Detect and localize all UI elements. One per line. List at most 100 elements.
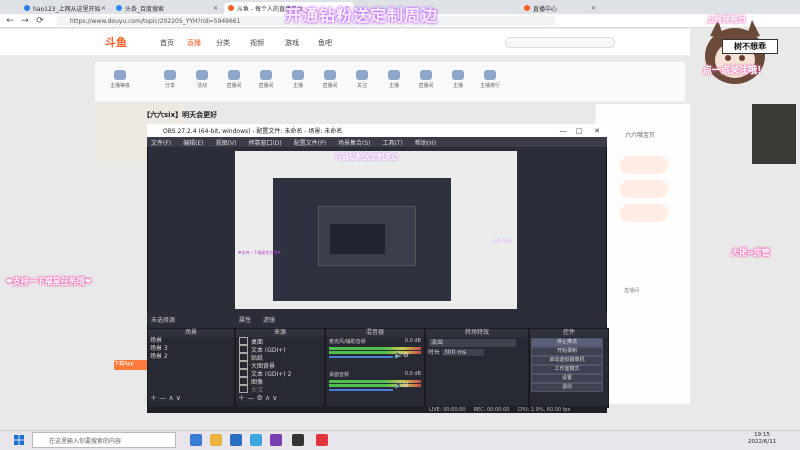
room-icon[interactable]: 直播间	[251, 70, 281, 94]
side-stream-thumbnail[interactable]	[752, 104, 796, 164]
scene-item[interactable]: 场景	[148, 337, 234, 345]
overlay-left-text: ❤支持一下福星任务哦❤	[6, 277, 92, 286]
source-add-remove-buttons[interactable]: ＋ — ⚙ ∧ ∨	[238, 393, 277, 403]
app-icon[interactable]	[316, 434, 328, 446]
room-icon[interactable]: 主播	[283, 70, 313, 94]
close-icon[interactable]: ✕	[101, 5, 106, 12]
menu-item-scene-collection[interactable]: 场景集合(S)	[338, 138, 371, 147]
speaker-icon[interactable]: 🔊⚙	[394, 351, 409, 359]
source-item[interactable]: 图像	[236, 377, 324, 386]
nav-item-game[interactable]: 游戏	[285, 38, 299, 48]
sources-dock-title: 来源	[236, 329, 324, 337]
overlay-banner: 开通钻粉送定制周边	[285, 6, 439, 25]
settings-button[interactable]: 设置	[531, 374, 603, 383]
browser-tab[interactable]: 头条_百度搜索 ✕	[112, 2, 222, 14]
transition-select[interactable]: 淡出	[429, 339, 516, 347]
scene-item[interactable]: 场景 3	[148, 345, 234, 353]
room-icon[interactable]: 直播间	[315, 70, 345, 94]
maximize-icon[interactable]: □	[571, 124, 587, 137]
studio-mode-button[interactable]: 工作室模式	[531, 365, 603, 374]
mixer-dock: 混音器 麦克风/辅助音频 0.0 dB 桌面音频 0.0 dB	[325, 328, 425, 408]
preview-left-text: ❤支持一下福星任务哦❤	[238, 250, 281, 255]
room-icon[interactable]: 关注	[347, 70, 377, 94]
nav-item-home[interactable]: 首页	[160, 38, 174, 48]
right-panel-text: 六六哦宝贝	[625, 132, 656, 139]
room-icon[interactable]: 主播	[379, 70, 409, 94]
room-icon[interactable]: 分享	[155, 70, 185, 94]
menu-item-edit[interactable]: 编辑(E)	[183, 138, 203, 147]
filters-button[interactable]: 滤镜	[263, 315, 275, 324]
scenes-dock-title: 场景	[148, 329, 234, 337]
source-item[interactable]: 文本 (GDI+)	[236, 345, 324, 354]
transitions-dock-title: 转场特效	[426, 329, 528, 337]
scene-add-remove-buttons[interactable]: ＋ — ∧ ∨	[150, 393, 181, 403]
menu-item-help[interactable]: 帮助(H)	[415, 138, 436, 147]
app-icon[interactable]	[230, 434, 242, 446]
gift-item[interactable]	[620, 204, 668, 222]
nav-item-category[interactable]: 分类	[216, 38, 230, 48]
menu-item-file[interactable]: 文件(F)	[151, 138, 171, 147]
preview-nested-frame	[330, 224, 385, 254]
exit-button[interactable]: 退出	[531, 383, 603, 392]
nav-item-yuba[interactable]: 鱼吧	[318, 38, 332, 48]
site-search-input[interactable]	[505, 37, 615, 48]
close-icon[interactable]: ✕	[213, 5, 218, 12]
taskbar-search-input[interactable]: 在这里输入你要搜索的内容	[32, 432, 176, 448]
menu-item-view[interactable]: 视图(V)	[216, 138, 237, 147]
nav-item-live[interactable]: 直播	[187, 38, 201, 48]
overlay-sign-top: 上周锦卷员	[706, 15, 746, 24]
speaker-icon[interactable]: 🔊⚙	[394, 381, 409, 389]
menu-item-docks[interactable]: 停靠窗口(D)	[248, 138, 281, 147]
close-icon[interactable]: ✕	[589, 124, 605, 137]
menu-item-profile[interactable]: 配置文件(P)	[294, 138, 326, 147]
room-icon[interactable]: 主播排行	[475, 70, 505, 94]
room-icon[interactable]: 活动	[187, 70, 217, 94]
site-logo[interactable]: 斗鱼	[95, 34, 137, 50]
start-recording-button[interactable]: 开始录制	[531, 347, 603, 356]
forward-icon[interactable]: →	[19, 15, 31, 27]
minimize-icon[interactable]: —	[555, 124, 571, 137]
room-title: 【六六six】明天会更好	[143, 111, 218, 119]
virtual-camera-button[interactable]: 启动虚拟摄像机	[531, 356, 603, 365]
duration-input[interactable]: 300 ms	[441, 349, 485, 356]
browser-tab[interactable]: hao123_上网从这里开始 ✕	[20, 2, 110, 14]
overlay-right-text: 大佬=房管	[731, 248, 770, 257]
gift-item[interactable]	[620, 156, 668, 174]
controls-dock-title: 控件	[530, 329, 608, 337]
windows-start-icon[interactable]	[14, 435, 24, 445]
taskbar-clock[interactable]: 19:15 2022/6/11	[748, 432, 776, 446]
reload-icon[interactable]: ⟳	[34, 15, 46, 27]
scene-item[interactable]: 场景 2	[148, 353, 234, 361]
app-icon[interactable]	[270, 434, 282, 446]
audio-meter	[329, 347, 421, 350]
menu-item-tools[interactable]: 工具(T)	[383, 138, 403, 147]
stop-streaming-button[interactable]: 停止推流	[531, 338, 603, 347]
right-panel-link[interactable]: 直播间	[624, 287, 639, 294]
close-icon[interactable]: ✕	[591, 5, 596, 12]
room-icon[interactable]: 直播间	[411, 70, 441, 94]
room-icon[interactable]: 主播	[443, 70, 473, 94]
obs-taskbar-icon[interactable]	[292, 434, 304, 446]
preview-banner-text: 开通钻粉送定制周边	[335, 153, 398, 161]
browser-tab[interactable]: 直播中心 ✕	[520, 2, 600, 14]
back-icon[interactable]: ←	[4, 15, 16, 27]
volume-slider[interactable]	[326, 355, 424, 362]
tab-favicon-icon	[228, 5, 234, 11]
volume-slider[interactable]	[326, 388, 424, 395]
obs-menu-bar: 文件(F) 编辑(E) 视图(V) 停靠窗口(D) 配置文件(P) 场景集合(S…	[147, 137, 607, 147]
file-explorer-icon[interactable]	[210, 434, 222, 446]
source-item[interactable]: 大汉	[236, 385, 324, 394]
edge-icon[interactable]	[250, 434, 262, 446]
obs-source-toolbar: 未选择源 属性 滤镜	[147, 312, 607, 325]
nav-item-video[interactable]: 视频	[250, 38, 264, 48]
room-icon[interactable]: 直播间	[219, 70, 249, 94]
right-panel	[595, 104, 690, 404]
gift-item[interactable]	[620, 180, 668, 198]
source-item[interactable]: 贴纸	[236, 353, 324, 362]
room-icon[interactable]: 主播等级	[105, 70, 135, 94]
task-view-icon[interactable]	[190, 434, 202, 446]
live-timer: LIVE: 00:00:00	[429, 406, 466, 413]
source-item[interactable]: 文本 (GDI+) 2	[236, 369, 324, 378]
properties-button[interactable]: 属性	[239, 315, 251, 324]
obs-title-bar: OBS 27.2.4 (64-bit, windows) - 配置文件: 未命名…	[147, 124, 607, 137]
